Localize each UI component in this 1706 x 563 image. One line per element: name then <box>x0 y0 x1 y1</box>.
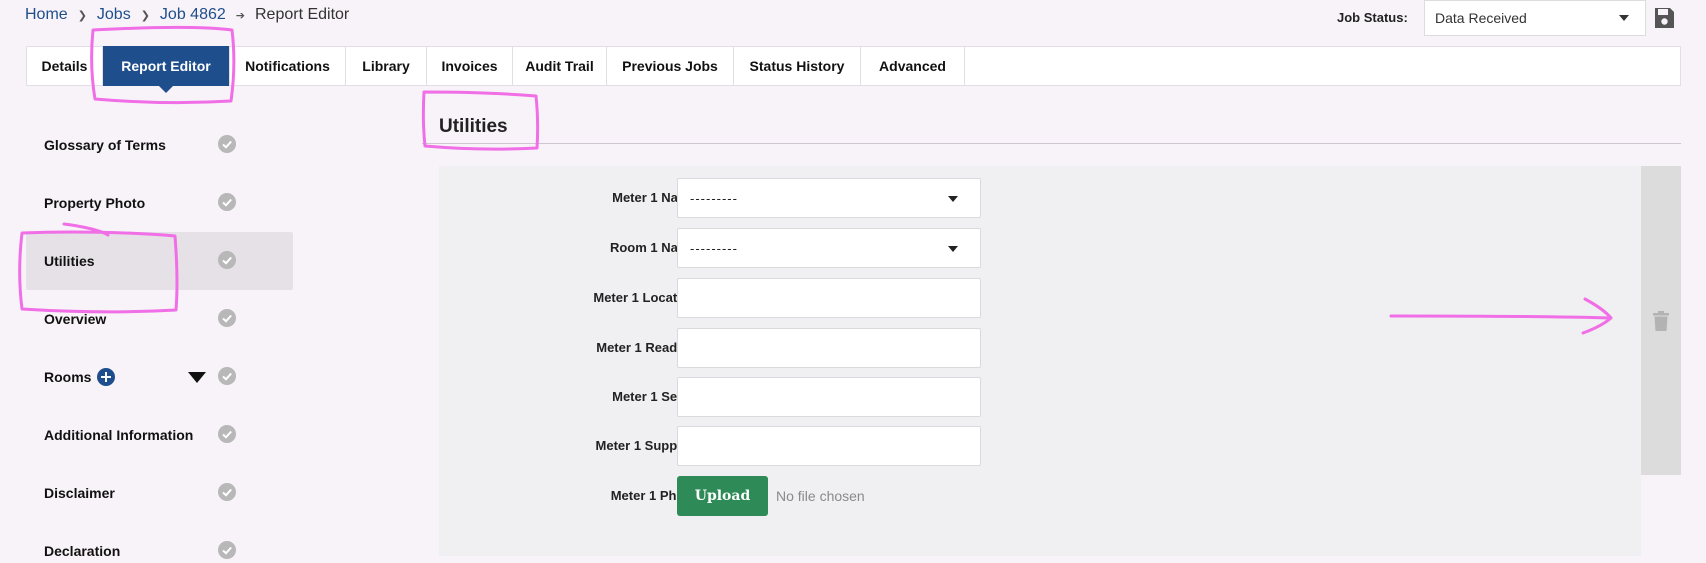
check-circle-icon <box>218 309 236 327</box>
job-status-value: Data Received <box>1435 10 1527 26</box>
sidebar-item-disclaimer[interactable]: Disclaimer <box>26 464 293 522</box>
sidebar-item-additional-information[interactable]: Additional Information <box>26 406 293 464</box>
tab-invoices[interactable]: Invoices <box>427 47 513 85</box>
tab-label: Previous Jobs <box>622 58 718 74</box>
sidebar-item-label: Disclaimer <box>44 485 115 501</box>
meter-photo-row: Meter 1 Photo: Upload No file chosen <box>439 476 1039 516</box>
sidebar-item-glossary[interactable]: Glossary of Terms <box>26 116 293 174</box>
sidebar-item-label: Utilities <box>44 253 95 269</box>
report-sections-sidebar: Glossary of Terms Property Photo Utiliti… <box>26 116 293 563</box>
tab-label: Library <box>362 58 410 74</box>
sidebar-item-label: Property Photo <box>44 195 146 211</box>
sidebar-item-property-photo[interactable]: Property Photo <box>26 174 293 232</box>
sidebar-item-declaration[interactable]: Declaration <box>26 522 293 563</box>
section-divider <box>422 143 1681 144</box>
check-circle-icon <box>218 367 236 385</box>
trash-icon[interactable] <box>1653 311 1669 331</box>
meter-name-row: Meter 1 Name: --------- <box>439 178 1039 218</box>
caret-down-icon <box>1619 15 1629 21</box>
tab-audit-trail[interactable]: Audit Trail <box>513 47 607 85</box>
meter-reading-row: Meter 1 Reading: <box>439 328 1039 368</box>
chevron-right-icon: ❯ <box>140 9 150 22</box>
tab-status-history[interactable]: Status History <box>734 47 861 85</box>
room-name-row: Room 1 Name: --------- <box>439 228 1039 268</box>
sidebar-item-label: Rooms <box>44 369 92 385</box>
check-circle-icon <box>218 193 236 211</box>
tab-label: Report Editor <box>121 58 211 74</box>
meter-name-select[interactable]: --------- <box>677 178 981 218</box>
check-circle-icon <box>218 251 236 269</box>
utilities-form-panel: Meter 1 Name: --------- Room 1 Name: ---… <box>439 166 1641 556</box>
sidebar-item-utilities[interactable]: Utilities <box>26 232 293 290</box>
upload-button[interactable]: Upload <box>677 476 768 516</box>
tab-label: Audit Trail <box>525 58 594 74</box>
sidebar-item-label: Declaration <box>44 543 121 559</box>
tab-library[interactable]: Library <box>346 47 427 85</box>
arrow-right-icon: ➔ <box>235 9 245 22</box>
tab-label: Status History <box>749 58 845 74</box>
breadcrumb-home-link[interactable]: Home <box>25 6 68 24</box>
meter-supplier-input[interactable] <box>677 426 981 466</box>
meter-location-row: Meter 1 Location: <box>439 278 1039 318</box>
check-circle-icon <box>218 483 236 501</box>
caret-down-icon <box>948 246 958 252</box>
room-name-value: --------- <box>690 240 738 256</box>
sidebar-item-label: Glossary of Terms <box>44 137 166 153</box>
section-title: Utilities <box>439 116 508 137</box>
job-status-label: Job Status: <box>1337 10 1408 25</box>
save-icon[interactable] <box>1653 6 1675 30</box>
expand-triangle-icon[interactable] <box>188 372 206 383</box>
tab-label: Advanced <box>879 58 946 74</box>
sidebar-item-label: Additional Information <box>44 427 194 443</box>
tab-previous-jobs[interactable]: Previous Jobs <box>607 47 734 85</box>
breadcrumb-current: Report Editor <box>254 6 350 23</box>
delete-meter-column <box>1641 166 1681 475</box>
job-status-select[interactable]: Data Received <box>1424 0 1646 36</box>
breadcrumb: Home ❯ Jobs ❯ Job 4862 ➔ Report Editor <box>25 5 349 25</box>
tab-label: Invoices <box>441 58 498 74</box>
add-room-icon[interactable] <box>97 368 116 386</box>
room-name-select[interactable]: --------- <box>677 228 981 268</box>
meter-supplier-row: Meter 1 Supplier: <box>439 426 1039 466</box>
tab-report-editor[interactable]: Report Editor <box>103 46 230 93</box>
sidebar-item-label: Overview <box>44 311 107 327</box>
tab-notifications[interactable]: Notifications <box>230 47 346 85</box>
tab-label: Notifications <box>245 58 330 74</box>
sidebar-item-rooms[interactable]: Rooms <box>26 348 293 406</box>
meter-name-value: --------- <box>690 190 738 206</box>
caret-down-icon <box>948 196 958 202</box>
check-circle-icon <box>218 541 236 559</box>
tab-details[interactable]: Details <box>27 47 103 85</box>
check-circle-icon <box>218 425 236 443</box>
tab-advanced[interactable]: Advanced <box>861 47 965 85</box>
meter-location-input[interactable] <box>677 278 981 318</box>
chevron-right-icon: ❯ <box>77 9 87 22</box>
check-circle-icon <box>218 135 236 153</box>
meter-serial-row: Meter 1 Serial: <box>439 377 1039 417</box>
meter-serial-input[interactable] <box>677 377 981 417</box>
breadcrumb-job-link[interactable]: Job 4862 <box>160 6 226 24</box>
meter-reading-input[interactable] <box>677 328 981 368</box>
breadcrumb-jobs-link[interactable]: Jobs <box>97 6 131 24</box>
tab-bar: Details Report Editor Notifications Libr… <box>26 46 1681 93</box>
tab-label: Details <box>41 58 88 74</box>
file-status-text: No file chosen <box>776 488 865 504</box>
sidebar-item-overview[interactable]: Overview <box>26 290 293 348</box>
